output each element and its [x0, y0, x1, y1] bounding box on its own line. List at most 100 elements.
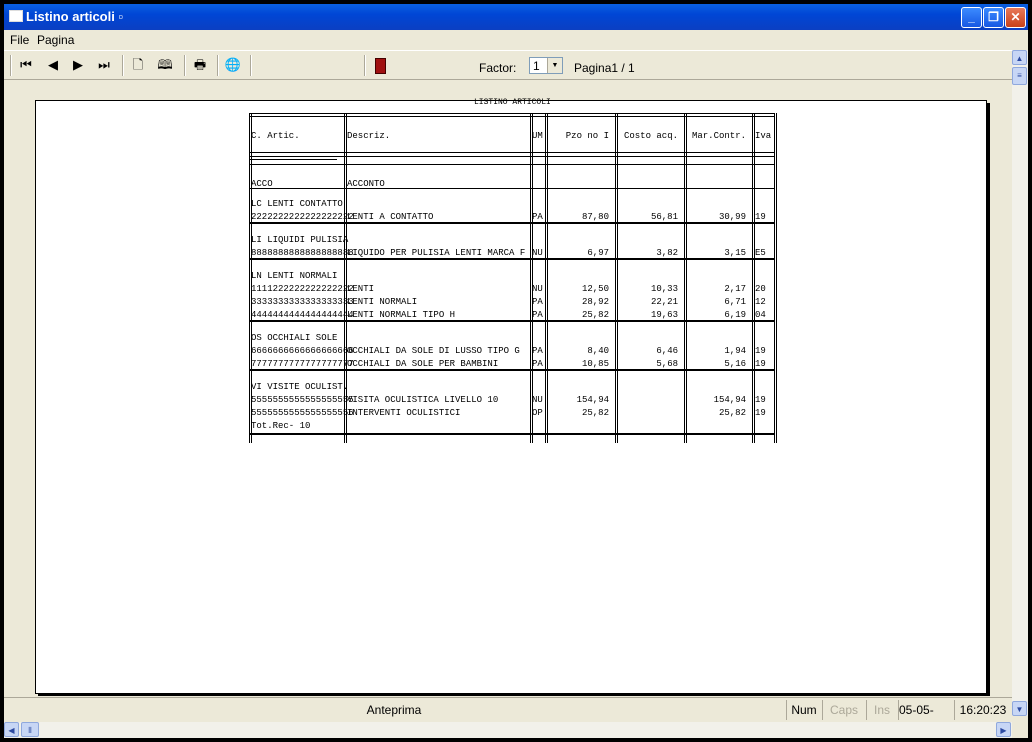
table-cell: 2222222222222222222: [251, 212, 354, 222]
next-page-icon[interactable]: ▶: [68, 55, 88, 75]
group-title: LN LENTI NORMALI: [251, 271, 338, 281]
status-num: Num: [786, 700, 821, 720]
status-date: 05-05-2016: [898, 700, 953, 720]
table-column-line: [615, 113, 616, 443]
table-cell: 3333333333333333333: [251, 297, 354, 307]
status-ins: Ins: [866, 700, 897, 720]
app-icon[interactable]: [9, 10, 23, 22]
table-cell: LENTI NORMALI TIPO H: [347, 310, 456, 320]
previous-page-icon[interactable]: ◀: [43, 55, 63, 75]
vertical-scrollbar[interactable]: ▲ ≡ ▼: [1012, 50, 1028, 716]
table-cell: 20: [755, 284, 766, 294]
table-cell: 8,40: [587, 346, 609, 356]
report-table: LISTINO ARTICOLI C. Artic. Descriz. UM Pzo …: [249, 98, 777, 446]
group-rule: [249, 434, 774, 435]
table-column-line: [776, 113, 777, 443]
toolbar-separator: [250, 55, 252, 76]
status-caps: Caps: [822, 700, 865, 720]
column-header: Pzo no I: [565, 131, 609, 141]
preview-canvas: LISTINO ARTICOLI C. Artic. Descriz. UM Pzo …: [4, 80, 1012, 696]
table-cell: PA: [532, 297, 543, 307]
column-header: UM: [532, 131, 543, 141]
restore-button[interactable]: ❐: [983, 7, 1004, 28]
table-rule: [249, 152, 774, 153]
column-header: Mar.Contr.: [691, 131, 746, 141]
status-time: 16:20:23: [954, 700, 1011, 720]
scroll-up-icon[interactable]: ▲: [1012, 50, 1027, 65]
printer-icon[interactable]: 🖶: [190, 55, 210, 75]
table-cell: NU: [532, 248, 543, 258]
horizontal-scrollbar[interactable]: ◀ ⦀ ▶: [4, 722, 1012, 738]
table-rule: [249, 164, 774, 165]
close-button[interactable]: ✕: [1005, 7, 1026, 28]
table-cell: 19: [755, 408, 766, 418]
menu-file[interactable]: File: [10, 33, 29, 47]
group-rule: [249, 321, 774, 322]
report-page: LISTINO ARTICOLI C. Artic. Descriz. UM Pzo …: [35, 98, 987, 694]
hscroll-thumb[interactable]: ⦀: [21, 722, 39, 737]
menu-bar: File Pagina: [4, 30, 1028, 50]
group-title: LI LIQUIDI PULISIA: [251, 235, 349, 245]
table-column-line: [547, 113, 548, 443]
preview-window: Listino articoli ▫ _ ❐ ✕ File Pagina ⏮ ◀…: [4, 4, 1028, 738]
status-bar: Anteprima Num Caps Ins 05-05-2016 16:20:…: [4, 697, 1012, 722]
table-cell: PA: [532, 310, 543, 320]
table-cell: 6,97: [587, 248, 609, 258]
group-title: VI VISITE OCULIST.: [251, 382, 349, 392]
table-cell: 19,63: [650, 310, 678, 320]
table-cell: 4444444444444444444: [251, 310, 354, 320]
table-cell: 25,82: [718, 408, 746, 418]
group-title: LC LENTI CONTATTO: [251, 199, 343, 209]
factor-select[interactable]: 1 ▼: [529, 57, 563, 74]
table-cell: 25,82: [581, 310, 609, 320]
toolbar-separator: [364, 55, 366, 76]
table-cell: E5: [755, 248, 766, 258]
table-column-line: [617, 113, 618, 443]
minimize-button[interactable]: _: [961, 7, 982, 28]
exit-door-icon[interactable]: [370, 55, 390, 75]
toolbar-separator: [184, 55, 186, 76]
table-cell: 8888888888888888888: [251, 248, 354, 258]
table-cell: 12,50: [581, 284, 609, 294]
scroll-thumb[interactable]: ≡: [1012, 67, 1027, 85]
status-mode: Anteprima: [366, 703, 422, 717]
factor-value: 1: [533, 59, 540, 73]
table-cell: 1,94: [724, 346, 746, 356]
group-rule: [249, 188, 774, 189]
table-cell: 22,21: [650, 297, 678, 307]
table-cell: 25,82: [581, 408, 609, 418]
last-page-icon[interactable]: ⏭: [94, 55, 114, 75]
title-bar[interactable]: Listino articoli ▫ _ ❐ ✕: [4, 4, 1028, 30]
column-header: C. Artic.: [251, 131, 300, 141]
table-cell: 2,17: [724, 284, 746, 294]
scroll-left-icon[interactable]: ◀: [4, 722, 19, 737]
scroll-down-icon[interactable]: ▼: [1012, 701, 1027, 716]
group-rule: [249, 223, 774, 224]
total-records: Tot.Rec- 10: [251, 421, 311, 431]
export-icon[interactable]: 🌐: [223, 55, 243, 75]
group-rule: [249, 259, 774, 260]
table-column-line: [545, 113, 546, 443]
table-column-line: [752, 113, 753, 443]
table-cell: PA: [532, 346, 543, 356]
table-column-line: [530, 113, 531, 443]
scroll-right-icon[interactable]: ▶: [996, 722, 1011, 737]
table-cell: 3,82: [656, 248, 678, 258]
table-cell: 7777777777777777777: [251, 359, 354, 369]
single-page-icon[interactable]: 🗋: [128, 55, 148, 75]
menu-pagina[interactable]: Pagina: [37, 33, 74, 47]
column-header: Descriz.: [347, 131, 391, 141]
table-cell: LIQUIDO PER PULISIA LENTI MARCA F: [347, 248, 526, 258]
toolbar-separator: [122, 55, 124, 76]
first-page-icon[interactable]: ⏮: [16, 55, 36, 75]
table-cell: LENTI: [347, 284, 375, 294]
chevron-down-icon[interactable]: ▼: [547, 58, 562, 73]
window-title: Listino articoli ▫: [26, 9, 124, 24]
two-pages-icon[interactable]: 🕮: [155, 55, 175, 75]
table-cell: 6,71: [724, 297, 746, 307]
table-rule: [249, 156, 774, 157]
table-column-line: [684, 113, 685, 443]
table-cell: 87,80: [581, 212, 609, 222]
table-cell: 28,92: [581, 297, 609, 307]
table-column-line: [754, 113, 755, 443]
